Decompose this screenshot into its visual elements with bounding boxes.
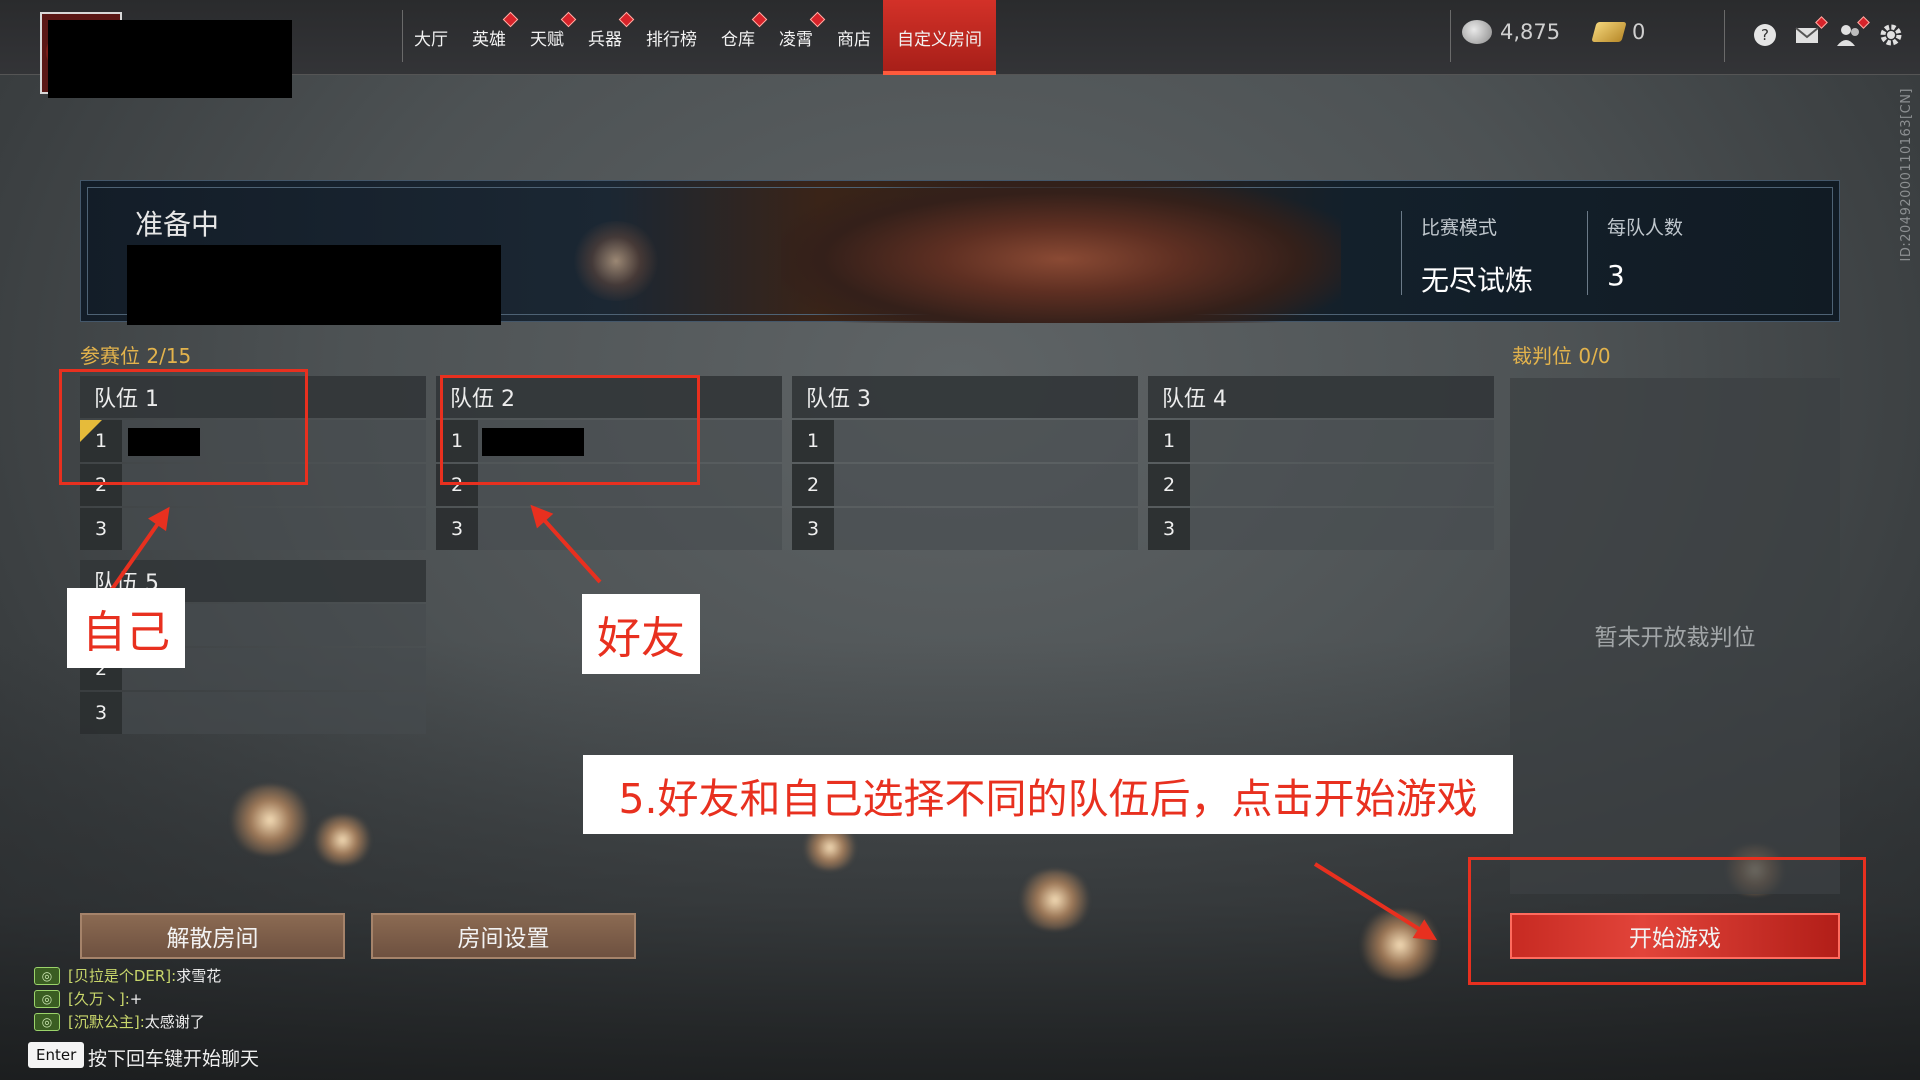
team-slot-row[interactable]: 3 bbox=[80, 692, 426, 734]
redacted-player-name bbox=[48, 20, 292, 98]
nav-item-warehouse[interactable]: 仓库 bbox=[709, 0, 768, 75]
room-settings-button[interactable]: 房间设置 bbox=[371, 913, 636, 959]
match-mode-value: 无尽试炼 bbox=[1421, 264, 1534, 297]
nav-item-shop[interactable]: 商店 bbox=[825, 0, 883, 75]
chat-channel-icon: ◎ bbox=[34, 966, 60, 985]
chat-message: ◎ [贝拉是个DER]:求雪花 bbox=[34, 965, 221, 986]
team-header[interactable]: 队伍 3 bbox=[792, 376, 1138, 418]
highlight-friend-box bbox=[440, 375, 700, 485]
referee-panel: 暂未开放裁判位 bbox=[1510, 378, 1840, 894]
participant-slots-title: 参赛位 2/15 bbox=[80, 344, 192, 368]
highlight-start-box bbox=[1468, 857, 1866, 985]
mail-icon[interactable] bbox=[1794, 16, 1828, 48]
nav-item-leaderboard[interactable]: 排行榜 bbox=[634, 0, 709, 75]
team-slot-row[interactable]: 2 bbox=[1148, 464, 1494, 506]
team-slot-row[interactable]: 3 bbox=[436, 508, 782, 550]
team-size-value: 3 bbox=[1607, 259, 1625, 292]
instruction-annotation: 5.好友和自己选择不同的队伍后，点击开始游戏 bbox=[583, 755, 1513, 834]
gold-ingot-icon bbox=[1591, 22, 1627, 42]
room-banner: 准备中 比赛模式 无尽试炼 每队人数 3 bbox=[80, 180, 1840, 325]
team-slot-row[interactable]: 2 bbox=[792, 464, 1138, 506]
nav-divider bbox=[1450, 10, 1451, 62]
main-nav: 大厅 英雄 天赋 兵器 排行榜 仓库 凌霄 商店 自定义房间 bbox=[402, 0, 996, 75]
team-slot-row[interactable]: 3 bbox=[1148, 508, 1494, 550]
player-id-text: ID:2049200011016​3[CN] bbox=[1899, 88, 1914, 262]
highlight-self-box bbox=[59, 369, 308, 485]
match-mode-label: 比赛模式 bbox=[1421, 217, 1498, 239]
chat-message: ◎ [久万丶]:+ bbox=[34, 988, 142, 1009]
lantern-light bbox=[310, 815, 375, 865]
chat-channel-icon: ◎ bbox=[34, 989, 60, 1008]
team-header[interactable]: 队伍 4 bbox=[1148, 376, 1494, 418]
nav-item-talents[interactable]: 天赋 bbox=[518, 0, 577, 75]
team-4: 队伍 4 1 2 3 bbox=[1148, 376, 1494, 550]
redacted-room-name bbox=[127, 245, 501, 325]
nav-item-heroes[interactable]: 英雄 bbox=[460, 0, 519, 75]
chat-input-hint[interactable]: 按下回车键开始聊天 bbox=[88, 1044, 259, 1071]
room-status: 准备中 bbox=[135, 208, 220, 241]
svg-text:?: ? bbox=[1761, 26, 1769, 44]
lantern-light bbox=[225, 785, 315, 855]
nav-item-lobby[interactable]: 大厅 bbox=[402, 0, 460, 75]
nav-item-lingxiao[interactable]: 凌霄 bbox=[767, 0, 826, 75]
friend-annotation-label: 好友 bbox=[582, 594, 700, 674]
nav-divider bbox=[1724, 10, 1725, 62]
disband-room-button[interactable]: 解散房间 bbox=[80, 913, 345, 959]
friends-icon[interactable] bbox=[1836, 16, 1870, 48]
banner-lotus-lamp bbox=[571, 221, 661, 301]
team-3: 队伍 3 1 2 3 bbox=[792, 376, 1138, 550]
gold-balance[interactable]: 0 bbox=[1591, 20, 1645, 44]
help-icon[interactable]: ? bbox=[1752, 22, 1778, 48]
lantern-light bbox=[1015, 870, 1095, 930]
nav-item-weapons[interactable]: 兵器 bbox=[576, 0, 635, 75]
team-size-label: 每队人数 bbox=[1607, 217, 1684, 239]
referee-slots-title: 裁判位 0/0 bbox=[1512, 344, 1611, 368]
banner-divider bbox=[1401, 211, 1402, 295]
nav-item-custom-room[interactable]: 自定义房间 bbox=[883, 0, 996, 75]
team-slot-row[interactable]: 3 bbox=[792, 508, 1138, 550]
chat-message: ◎ [沉默公主]:太感谢了 bbox=[34, 1011, 205, 1032]
enter-key-hint: Enter bbox=[28, 1042, 85, 1068]
chat-channel-icon: ◎ bbox=[34, 1012, 60, 1031]
coin-balance[interactable]: 4,875 bbox=[1462, 20, 1560, 44]
team-slot-row[interactable]: 1 bbox=[792, 420, 1138, 462]
settings-gear-icon[interactable] bbox=[1878, 22, 1904, 48]
top-bar: 大厅 英雄 天赋 兵器 排行榜 仓库 凌霄 商店 自定义房间 4,875 0 ? bbox=[0, 0, 1920, 98]
self-annotation-label: 自己 bbox=[67, 588, 185, 668]
coin-icon bbox=[1462, 20, 1492, 44]
banner-hero-art bbox=[781, 181, 1341, 323]
banner-divider bbox=[1587, 211, 1588, 295]
referee-empty-text: 暂未开放裁判位 bbox=[1594, 625, 1756, 651]
team-slot-row[interactable]: 3 bbox=[80, 508, 426, 550]
top-icon-group: ? bbox=[1752, 16, 1904, 48]
team-slot-row[interactable]: 1 bbox=[1148, 420, 1494, 462]
